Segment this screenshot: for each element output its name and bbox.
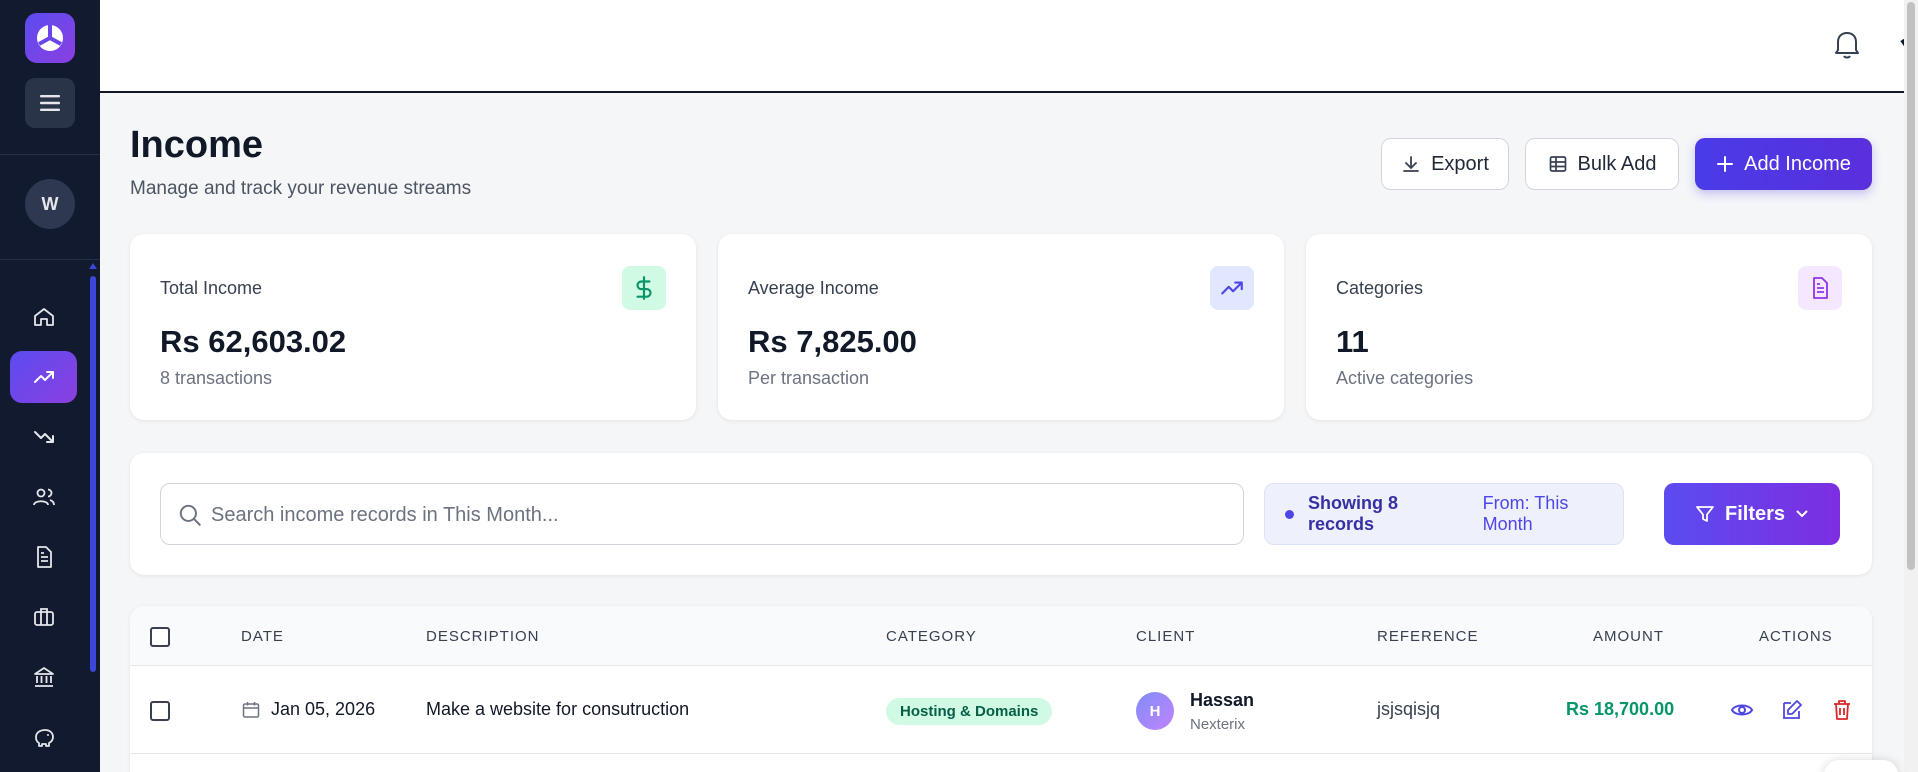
stat-card-categories: Categories 11 Active categories (1306, 234, 1872, 420)
sidebar-divider (0, 259, 100, 260)
table-header: DATE DESCRIPTION CATEGORY CLIENT REFEREN… (130, 606, 1872, 666)
filters-button[interactable]: Filters (1664, 483, 1840, 545)
column-header-category[interactable]: CATEGORY (886, 628, 977, 645)
chevron-down-icon (1796, 510, 1808, 518)
client-avatar: H (1136, 692, 1174, 730)
date-range-label: From: This Month (1482, 493, 1569, 534)
logo-icon (37, 25, 63, 51)
nav-item-expenses[interactable] (10, 411, 77, 463)
stat-icon-box (622, 266, 666, 310)
column-header-client[interactable]: CLIENT (1136, 628, 1195, 645)
stat-card-total-income: Total Income Rs 62,603.02 8 transactions (130, 234, 696, 420)
row-amount: Rs 18,700.00 (1566, 699, 1675, 719)
table-row[interactable]: Jan 05, 2026 Make a website for consutru… (130, 666, 1872, 754)
stat-sub: Per transaction (748, 368, 870, 388)
category-badge: Hosting & Domains (886, 698, 1053, 725)
trending-up-icon (1221, 281, 1243, 295)
add-income-button[interactable]: Add Income (1695, 138, 1872, 190)
sidebar-divider (0, 154, 100, 155)
stat-label: Categories (1336, 278, 1424, 298)
search-box[interactable] (160, 483, 1244, 545)
stat-label: Total Income (160, 278, 263, 298)
edit-icon[interactable] (1780, 698, 1804, 722)
bulk-add-button[interactable]: Bulk Add (1525, 138, 1679, 190)
nav-item-income[interactable] (10, 351, 77, 403)
filter-icon (1696, 506, 1714, 522)
calendar-icon (242, 702, 260, 718)
bulk-add-label: Bulk Add (1577, 152, 1657, 175)
income-table: DATE DESCRIPTION CATEGORY CLIENT REFEREN… (130, 606, 1872, 772)
sidebar-scrollbar[interactable] (90, 276, 96, 672)
stat-value: Rs 62,603.02 (160, 324, 347, 359)
piggy-bank-icon (34, 729, 54, 747)
nav-item-banking[interactable] (10, 651, 77, 703)
app-logo[interactable] (25, 13, 75, 63)
nav-item-projects[interactable] (10, 591, 77, 643)
document-icon (1813, 277, 1828, 299)
search-input[interactable] (211, 498, 1221, 532)
stat-icon-box (1210, 266, 1254, 310)
row-checkbox[interactable] (150, 701, 170, 721)
dollar-icon (636, 276, 652, 300)
filters-label: Filters (1724, 502, 1786, 525)
client-company: Nexterix (1190, 716, 1246, 733)
stat-sub: Active categories (1336, 368, 1474, 388)
bank-icon (33, 667, 54, 687)
floating-action[interactable] (1824, 760, 1898, 772)
column-header-date[interactable]: DATE (241, 628, 284, 645)
export-label: Export (1431, 152, 1489, 175)
download-icon (1403, 156, 1419, 172)
users-icon (32, 488, 55, 506)
records-summary: Showing 8 records From: This Month (1264, 483, 1624, 545)
briefcase-icon (33, 608, 54, 626)
column-header-description[interactable]: DESCRIPTION (426, 628, 540, 645)
column-header-reference[interactable]: REFERENCE (1377, 628, 1479, 645)
sidebar-scroll-up[interactable] (89, 263, 97, 269)
row-date: Jan 05, 2026 (271, 699, 376, 719)
stat-value: Rs 7,825.00 (748, 324, 917, 359)
page-title: Income (130, 124, 264, 166)
export-button[interactable]: Export (1381, 138, 1509, 190)
row-reference: jsjsqisjq (1377, 699, 1441, 719)
page-scrollbar[interactable] (1904, 0, 1918, 772)
page-subtitle: Manage and track your revenue streams (130, 178, 472, 199)
nav-item-savings[interactable] (10, 711, 77, 763)
home-icon (33, 308, 54, 326)
column-header-actions: ACTIONS (1759, 628, 1833, 645)
stat-sub: 8 transactions (160, 368, 273, 388)
sidebar: W (0, 0, 100, 772)
select-all-checkbox[interactable] (150, 627, 170, 647)
hamburger-icon (40, 95, 60, 111)
client-name: Hassan (1190, 690, 1255, 710)
view-eye-icon[interactable] (1730, 698, 1754, 722)
stat-label: Average Income (748, 278, 879, 298)
top-bar (100, 0, 1918, 93)
delete-trash-icon[interactable] (1830, 698, 1854, 722)
stat-icon-box (1798, 266, 1842, 310)
search-icon (179, 504, 201, 526)
bell-icon[interactable] (1832, 28, 1862, 60)
stat-card-average-income: Average Income Rs 7,825.00 Per transacti… (718, 234, 1284, 420)
nav-item-clients[interactable] (10, 471, 77, 523)
stat-value: 11 (1336, 324, 1369, 359)
filter-bar: Showing 8 records From: This Month Filte… (130, 453, 1872, 575)
add-income-label: Add Income (1744, 152, 1851, 175)
nav-item-invoices[interactable] (10, 531, 77, 583)
row-description: Make a website for consutruction (426, 699, 690, 719)
column-header-amount[interactable]: AMOUNT (1593, 628, 1664, 645)
user-avatar[interactable]: W (25, 179, 75, 229)
trending-up-icon (33, 371, 54, 383)
document-icon (36, 546, 52, 568)
menu-toggle-button[interactable] (25, 78, 75, 128)
trending-down-icon (33, 431, 54, 443)
showing-count: Showing 8 records (1307, 493, 1398, 534)
status-dot (1285, 509, 1294, 519)
table-icon (1549, 156, 1566, 172)
plus-icon (1717, 156, 1734, 172)
scrollbar-thumb[interactable] (1907, 2, 1915, 570)
nav-item-dashboard[interactable] (10, 291, 77, 343)
